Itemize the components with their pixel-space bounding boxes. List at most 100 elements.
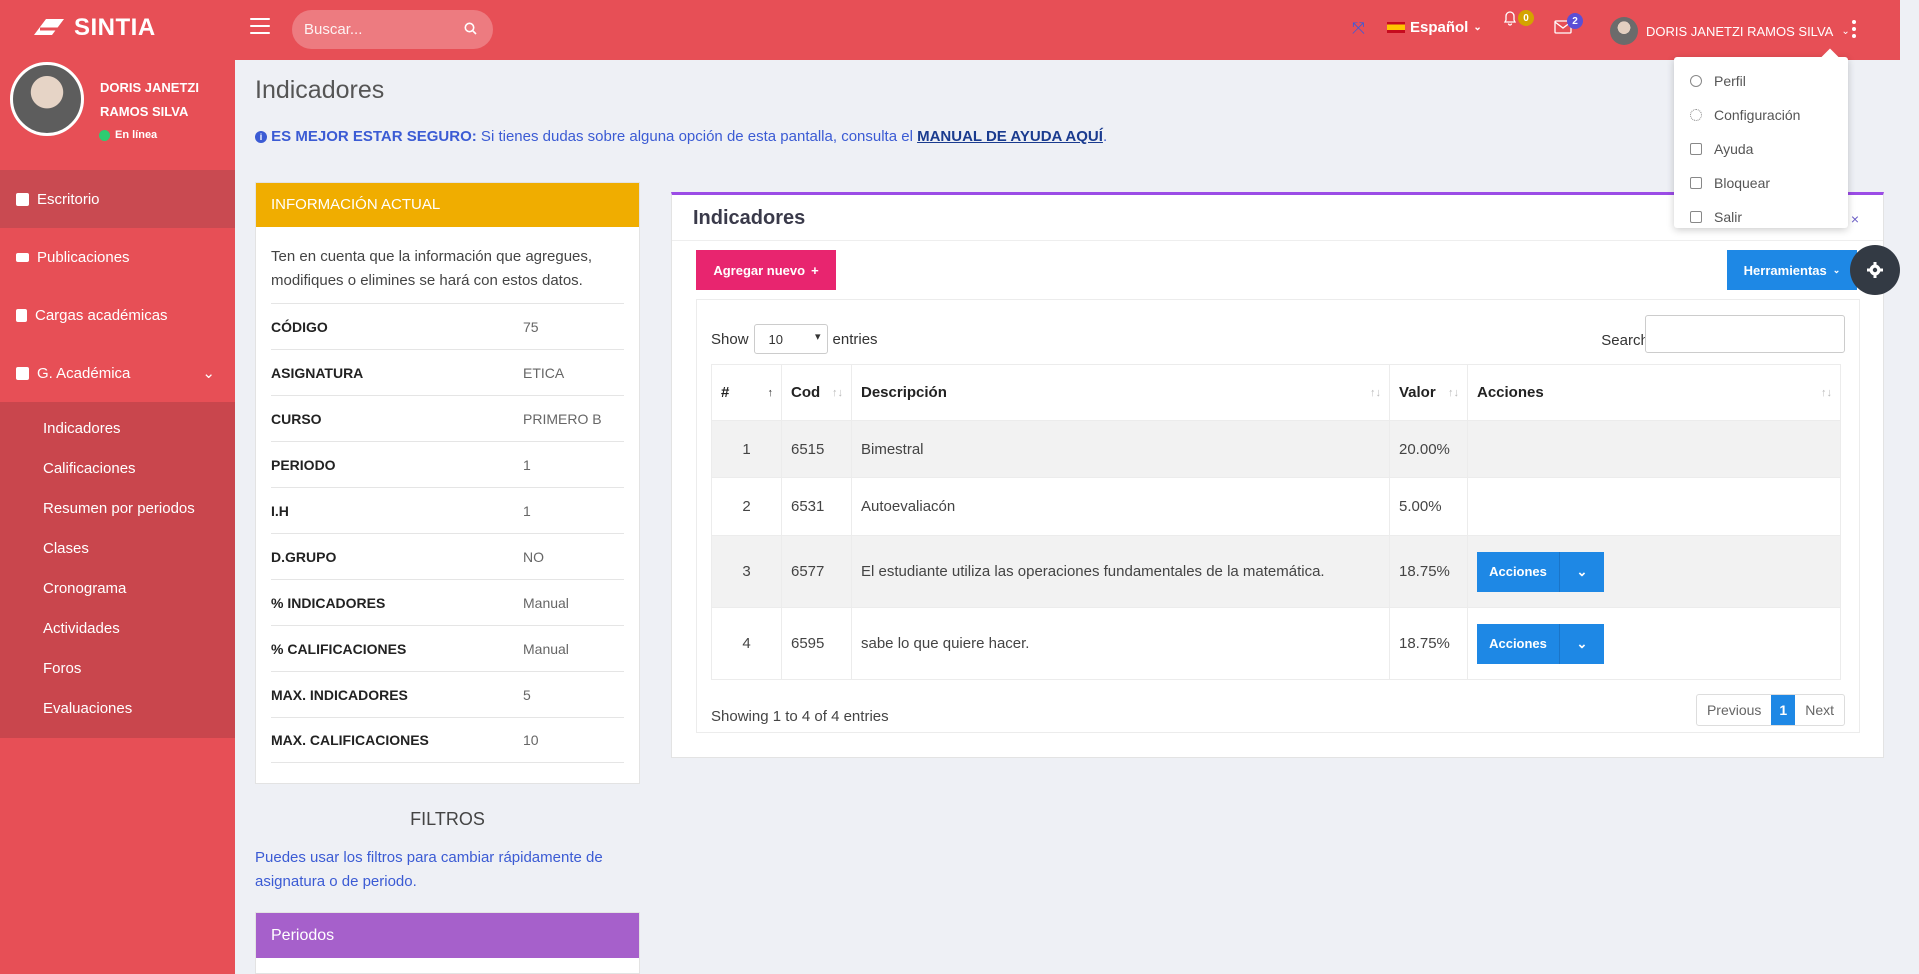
submenu-item-evaluaciones[interactable]: Evaluaciones <box>0 688 235 728</box>
column-header-descripcion[interactable]: Descripción ↑↓ <box>851 364 1390 421</box>
settings-gear-button[interactable] <box>1850 245 1900 295</box>
submenu-item-indicadores[interactable]: Indicadores <box>0 408 235 448</box>
messages-button[interactable]: 2 <box>1554 13 1590 46</box>
table-row: 1 6515 Bimestral 20.00% <box>711 420 1841 478</box>
info-value: 1 <box>523 502 531 519</box>
sort-asc-icon: ↑ <box>767 387 774 399</box>
page-length-control: Show 10 entries <box>711 324 878 354</box>
dashboard-icon <box>16 192 29 206</box>
menu-item-configuracion[interactable]: Configuración <box>1674 98 1848 132</box>
sidebar-menu: Escritorio Publicaciones Cargas académic… <box>0 170 235 738</box>
id-card-icon <box>16 366 29 380</box>
tools-label: Herramientas <box>1743 262 1827 278</box>
close-icon[interactable]: × <box>1851 211 1859 227</box>
actions-button[interactable]: Acciones ⌄ <box>1477 623 1604 664</box>
chevron-down-icon[interactable]: ⌄ <box>1559 623 1604 664</box>
column-header-number[interactable]: # ↑ <box>711 364 782 421</box>
notice-end: . <box>1102 128 1108 145</box>
cell-number: 2 <box>711 477 782 536</box>
column-header-cod[interactable]: Cod ↑↓ <box>781 364 852 421</box>
cell-descripcion: Bimestral <box>851 420 1390 478</box>
submenu-item-resumen[interactable]: Resumen por periodos <box>0 488 235 528</box>
avatar[interactable] <box>10 62 84 136</box>
user-menu-toggle[interactable]: DORIS JANETZI RAMOS SILVA ⌄ <box>1610 17 1850 45</box>
sidebar-item-label: Publicaciones <box>37 248 130 266</box>
language-selector[interactable]: Español ⌄ <box>1387 19 1482 36</box>
cell-valor: 20.00% <box>1389 420 1468 478</box>
info-card-desc: Ten en cuenta que la información que agr… <box>271 248 593 289</box>
info-icon: i <box>255 131 267 144</box>
menu-item-label: Salir <box>1714 209 1743 225</box>
submenu-item-actividades[interactable]: Actividades <box>0 608 235 648</box>
info-value: NO <box>523 548 544 565</box>
cell-valor: 5.00% <box>1389 477 1468 536</box>
avatar <box>1610 17 1638 45</box>
info-value: Manual <box>523 594 569 611</box>
column-header-valor[interactable]: Valor ↑↓ <box>1389 364 1468 421</box>
cell-acciones <box>1467 420 1841 478</box>
info-value: PRIMERO B <box>523 410 602 427</box>
previous-page-button[interactable]: Previous <box>1697 695 1771 725</box>
submenu-item-clases[interactable]: Clases <box>0 528 235 568</box>
divider <box>672 240 1883 241</box>
column-label: Acciones <box>1477 384 1544 401</box>
info-key: % CALIFICACIONES <box>271 640 407 657</box>
more-options-icon[interactable] <box>1852 20 1856 38</box>
submenu-item-cronograma[interactable]: Cronograma <box>0 568 235 608</box>
book-icon <box>16 308 27 322</box>
sidebar-item-cargas[interactable]: Cargas académicas <box>0 286 235 344</box>
brand-logo[interactable]: SINTIA <box>32 14 156 42</box>
column-header-acciones[interactable]: Acciones ↑↓ <box>1467 364 1841 421</box>
fullscreen-icon[interactable]: ⤧ <box>1352 20 1365 38</box>
filters-desc: Puedes usar los filtros para cambiar ráp… <box>255 849 603 890</box>
search-input[interactable] <box>292 10 452 49</box>
tools-button[interactable]: Herramientas ⌄ <box>1727 250 1857 290</box>
page-1-button[interactable]: 1 <box>1771 695 1796 725</box>
notifications-button[interactable]: 0 <box>1500 10 1536 46</box>
sort-icon: ↑↓ <box>1821 387 1832 399</box>
sidebar-item-escritorio[interactable]: Escritorio <box>0 170 235 228</box>
actions-label[interactable]: Acciones <box>1477 624 1559 664</box>
online-status: En línea <box>99 129 157 141</box>
submenu-item-foros[interactable]: Foros <box>0 648 235 688</box>
sidebar-profile: DORIS JANETZI RAMOS SILVA <box>10 62 220 136</box>
academica-submenu: Indicadores Calificaciones Resumen por p… <box>0 402 235 738</box>
sidebar-item-publicaciones[interactable]: Publicaciones <box>0 228 235 286</box>
table-search-input[interactable] <box>1645 315 1845 353</box>
menu-item-ayuda[interactable]: Ayuda <box>1674 132 1848 166</box>
logout-icon <box>1690 211 1702 223</box>
info-key: I.H <box>271 502 289 519</box>
sidebar: DORIS JANETZI RAMOS SILVA En línea Escri… <box>0 60 235 974</box>
actions-button[interactable]: Acciones ⌄ <box>1477 551 1604 592</box>
chevron-down-icon: ⌄ <box>1832 264 1841 275</box>
info-row: PERIODO 1 <box>271 441 624 487</box>
submenu-item-calificaciones[interactable]: Calificaciones <box>0 448 235 488</box>
current-info-card: INFORMACIÓN ACTUAL Ten en cuenta que la … <box>255 182 640 784</box>
sidebar-item-academica[interactable]: G. Académica ⌄ <box>0 344 235 402</box>
online-dot-icon <box>99 129 110 141</box>
menu-toggle-icon[interactable] <box>250 18 270 34</box>
info-key: D.GRUPO <box>271 548 337 565</box>
menu-item-bloquear[interactable]: Bloquear <box>1674 166 1848 200</box>
table-row: 4 6595 sabe lo que quiere hacer. 18.75% … <box>711 607 1841 680</box>
actions-label[interactable]: Acciones <box>1477 552 1559 592</box>
info-key: PERIODO <box>271 456 336 473</box>
info-row: CURSO PRIMERO B <box>271 395 624 441</box>
help-manual-link[interactable]: MANUAL DE AYUDA AQUÍ <box>917 128 1103 145</box>
column-label: Descripción <box>861 384 947 401</box>
menu-item-salir[interactable]: Salir <box>1674 200 1848 234</box>
periods-title: Periodos <box>256 913 639 958</box>
info-value: 10 <box>523 732 539 748</box>
search-icon[interactable] <box>464 22 477 35</box>
info-value: ETICA <box>523 364 565 381</box>
next-page-button[interactable]: Next <box>1795 695 1844 725</box>
sort-icon: ↑↓ <box>1370 387 1381 399</box>
help-icon <box>1690 143 1702 155</box>
pagination: Previous 1 Next <box>1695 694 1845 726</box>
page-length-select[interactable]: 10 <box>753 324 828 354</box>
add-new-button[interactable]: Agregar nuevo + <box>696 250 836 290</box>
user-dropdown-menu: Perfil Configuración Ayuda Bloquear Sali… <box>1674 57 1848 228</box>
chevron-down-icon[interactable]: ⌄ <box>1559 551 1604 592</box>
indicators-card: Indicadores × Agregar nuevo + Herramient… <box>671 192 1884 758</box>
menu-item-perfil[interactable]: Perfil <box>1674 64 1848 98</box>
